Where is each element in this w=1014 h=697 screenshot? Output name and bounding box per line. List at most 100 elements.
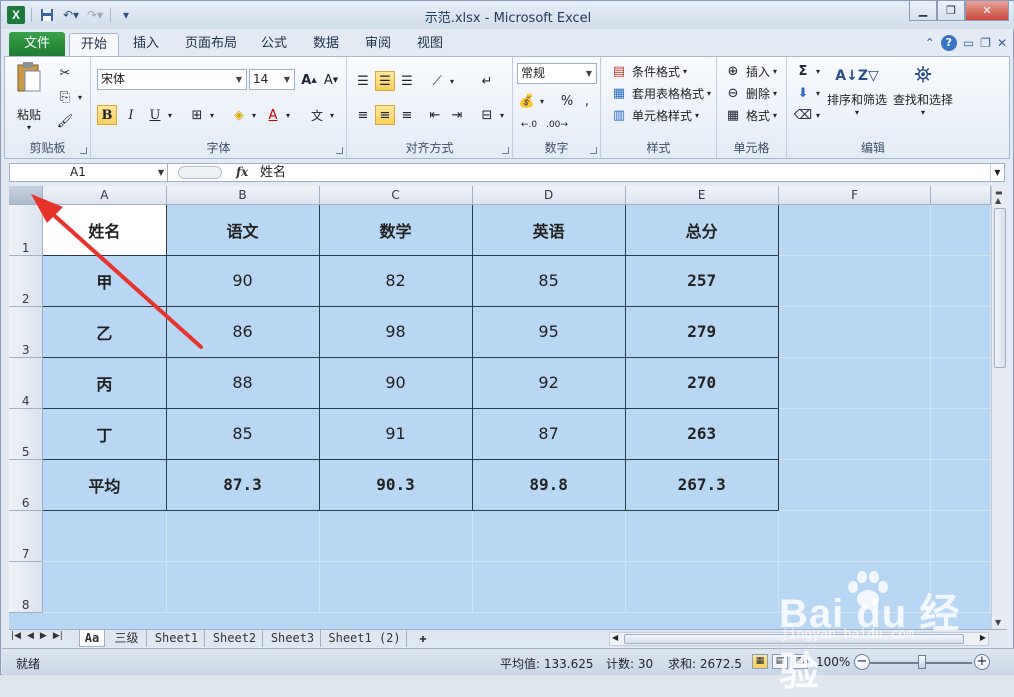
scroll-right-icon[interactable]: ▶ <box>980 633 986 642</box>
borders-icon[interactable]: ⊞ ▾ <box>187 105 214 125</box>
sheet-tab-sheet2[interactable]: Sheet2 <box>207 630 263 647</box>
vertical-scroll-thumb[interactable] <box>994 208 1006 368</box>
cell-f5[interactable] <box>778 408 932 460</box>
align-left-icon[interactable]: ≡ <box>353 105 373 125</box>
number-format-combo[interactable]: 常规 ▼ <box>517 63 597 84</box>
cell-e1[interactable]: 总分 <box>624 203 779 256</box>
cell-b3[interactable]: 86 <box>165 305 320 358</box>
zoom-out-icon[interactable]: − <box>854 654 870 670</box>
tab-page-layout[interactable]: 页面布局 <box>177 33 245 57</box>
bold-button[interactable]: B <box>97 105 117 125</box>
cell-d2[interactable]: 85 <box>471 254 626 307</box>
font-name-combo[interactable]: 宋体 ▼ <box>97 69 247 90</box>
cell-b2[interactable]: 90 <box>165 254 320 307</box>
align-right-icon[interactable]: ≡ <box>397 105 417 125</box>
cell-e5[interactable]: 263 <box>624 407 779 460</box>
cell-g2[interactable] <box>930 255 991 307</box>
column-header-d[interactable]: D <box>472 186 626 205</box>
first-sheet-icon[interactable]: |◀ <box>11 631 21 641</box>
number-launcher-icon[interactable] <box>590 147 597 154</box>
cell-b6[interactable]: 87.3 <box>165 458 320 511</box>
next-sheet-icon[interactable]: ▶ <box>40 631 47 641</box>
help-icon[interactable]: ? <box>940 35 957 51</box>
doc-restore-icon[interactable]: ❐ <box>980 36 991 50</box>
align-top-icon[interactable]: ☰ <box>353 71 373 91</box>
cell-f4[interactable] <box>778 357 932 409</box>
currency-icon[interactable]: 💰 ▾ <box>517 91 544 111</box>
font-size-combo[interactable]: 14 ▼ <box>249 69 295 90</box>
cell-styles-button[interactable]: ▥ 单元格样式 ▾ <box>609 105 699 125</box>
tab-insert[interactable]: 插入 <box>125 33 167 57</box>
tab-formulas[interactable]: 公式 <box>253 33 295 57</box>
cell-a1[interactable]: 姓名 <box>42 203 167 256</box>
cell-d8[interactable] <box>472 561 626 613</box>
format-cells-button[interactable]: ▦ 格式 ▾ <box>723 105 777 125</box>
underline-button[interactable]: U ▾ <box>145 105 173 125</box>
cell-g1[interactable] <box>930 204 991 256</box>
align-middle-icon[interactable]: ☰ <box>375 71 395 91</box>
cell-a3[interactable]: 乙 <box>42 305 167 358</box>
font-color-icon[interactable]: A ▾ <box>263 105 290 125</box>
cell-b1[interactable]: 语文 <box>165 203 320 256</box>
cell-f7[interactable] <box>778 510 932 562</box>
row-header-1[interactable]: 1 <box>9 204 44 256</box>
cell-c6[interactable]: 90.3 <box>318 458 473 511</box>
cell-b4[interactable]: 88 <box>165 356 320 409</box>
cell-d4[interactable]: 92 <box>471 356 626 409</box>
name-box[interactable]: A1 ▼ <box>10 164 168 181</box>
cell-b7[interactable] <box>166 510 320 562</box>
cell-d5[interactable]: 87 <box>471 407 626 460</box>
row-header-2[interactable]: 2 <box>9 255 44 307</box>
cell-f1[interactable] <box>778 204 932 256</box>
normal-view-icon[interactable]: ▦ <box>752 654 768 669</box>
comma-button[interactable]: , <box>577 91 597 111</box>
cell-g7[interactable] <box>930 510 991 562</box>
cell-a5[interactable]: 丁 <box>42 407 167 460</box>
sheet-tab-sheet1[interactable]: Sheet1 <box>149 630 205 647</box>
prev-sheet-icon[interactable]: ◀ <box>27 631 34 641</box>
scroll-up-icon[interactable]: ▲ <box>995 196 1001 205</box>
cell-c7[interactable] <box>319 510 473 562</box>
cell-c8[interactable] <box>319 561 473 613</box>
cell-g4[interactable] <box>930 357 991 409</box>
paste-button[interactable]: 粘贴 ▾ <box>11 61 47 132</box>
scroll-left-icon[interactable]: ◀ <box>612 633 618 642</box>
zoom-in-icon[interactable]: + <box>974 654 990 670</box>
merge-center-icon[interactable]: ⊟ ▾ <box>477 105 504 125</box>
shrink-font-icon[interactable]: A ▼ <box>321 70 341 90</box>
cell-e7[interactable] <box>625 510 779 562</box>
minimize-ribbon-icon[interactable]: ⌃ <box>925 36 935 50</box>
cell-d6[interactable]: 89.8 <box>471 458 626 511</box>
cell-e8[interactable] <box>625 561 779 613</box>
minimize-button[interactable]: ▁ <box>909 1 937 21</box>
column-header-g[interactable] <box>930 186 991 205</box>
font-launcher-icon[interactable] <box>336 147 343 154</box>
copy-icon[interactable]: ⎘ ▾ <box>55 87 82 107</box>
vertical-scrollbar[interactable]: ▬ ▲ ▼ <box>991 186 1007 629</box>
cell-g3[interactable] <box>930 306 991 358</box>
clipboard-launcher-icon[interactable] <box>80 147 87 154</box>
cell-f8[interactable] <box>778 561 932 613</box>
cell-c1[interactable]: 数学 <box>318 203 473 256</box>
align-bottom-icon[interactable]: ☰ <box>397 71 417 91</box>
row-header-5[interactable]: 5 <box>9 408 44 460</box>
row-header-7[interactable]: 7 <box>9 510 44 562</box>
new-sheet-icon[interactable]: ✚ <box>411 630 435 647</box>
alignment-launcher-icon[interactable] <box>502 147 509 154</box>
cut-icon[interactable]: ✂ <box>55 63 75 83</box>
row-header-3[interactable]: 3 <box>9 306 44 358</box>
tab-file[interactable]: 文件 <box>9 32 65 56</box>
decrease-decimal-icon[interactable]: .00→ <box>546 115 568 135</box>
page-layout-view-icon[interactable]: ▤ <box>772 654 788 669</box>
cell-a6[interactable]: 平均 <box>42 458 167 511</box>
zoom-slider-thumb[interactable] <box>918 655 926 669</box>
format-as-table-button[interactable]: ▦ 套用表格格式 ▾ <box>609 83 711 103</box>
cell-b5[interactable]: 85 <box>165 407 320 460</box>
horizontal-scrollbar[interactable]: ◀ ▶ <box>609 632 989 646</box>
last-sheet-icon[interactable]: ▶| <box>53 631 63 641</box>
cell-g8[interactable] <box>930 561 991 613</box>
delete-cells-button[interactable]: ⊖ 删除 ▾ <box>723 83 777 103</box>
horizontal-scroll-thumb[interactable] <box>624 634 964 644</box>
autosum-button[interactable]: Σ ▾ <box>793 61 820 81</box>
cell-f2[interactable] <box>778 255 932 307</box>
